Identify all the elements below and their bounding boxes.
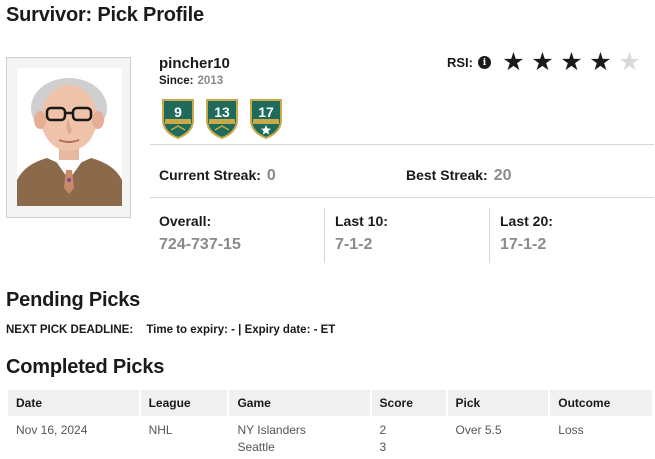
divider bbox=[150, 197, 654, 198]
overall-value: 724-737-15 bbox=[159, 236, 241, 253]
badge-number: 17 bbox=[258, 104, 274, 120]
badge-number: 13 bbox=[214, 104, 230, 120]
best-streak-label: Best Streak: bbox=[406, 167, 488, 183]
column-header-pick[interactable]: Pick bbox=[447, 390, 549, 416]
divider bbox=[150, 144, 654, 145]
cell-pick: Over 5.5 bbox=[455, 423, 502, 437]
current-streak-value: 0 bbox=[266, 167, 276, 184]
best-streak: Best Streak: 20 bbox=[406, 167, 512, 185]
last20-value: 17-1-2 bbox=[500, 236, 547, 253]
divider bbox=[489, 208, 490, 263]
star-icon: ★ bbox=[589, 48, 612, 76]
column-header-outcome[interactable]: Outcome bbox=[550, 390, 652, 416]
rsi-label: RSI: bbox=[447, 55, 473, 70]
column-header-score[interactable]: Score bbox=[371, 390, 446, 416]
achievement-badges: 9 13 17 bbox=[161, 98, 283, 140]
badge-9: 9 bbox=[161, 98, 195, 140]
last10-value: 7-1-2 bbox=[335, 236, 373, 253]
completed-picks-heading: Completed Picks bbox=[6, 356, 165, 378]
badge-17: 17 bbox=[249, 98, 283, 140]
cell-outcome: Loss bbox=[558, 423, 584, 437]
info-icon[interactable]: i bbox=[478, 56, 491, 69]
table-row: Nov 16, 2024 NHL NY Islanders Seattle 2 … bbox=[8, 416, 652, 456]
current-streak: Current Streak: 0 bbox=[159, 167, 276, 185]
last10-label: Last 10: bbox=[335, 213, 388, 229]
next-pick-deadline: NEXT PICK DEADLINE: Time to expiry: - | … bbox=[6, 324, 339, 336]
badge-13: 13 bbox=[205, 98, 239, 140]
last20-label: Last 20: bbox=[500, 213, 553, 229]
cell-score: 2 3 bbox=[372, 416, 446, 456]
current-streak-label: Current Streak: bbox=[159, 167, 261, 183]
completed-picks-table: Date League Game Score Pick Outcome Nov … bbox=[6, 390, 654, 456]
divider bbox=[324, 208, 325, 263]
star-icon: ★ bbox=[560, 48, 583, 76]
expiry-text: Time to expiry: - | Expiry date: - ET bbox=[146, 324, 336, 336]
star-icon: ★ bbox=[502, 48, 525, 76]
score-away: 2 bbox=[379, 423, 387, 437]
username[interactable]: pincher10 bbox=[159, 55, 230, 72]
column-header-date[interactable]: Date bbox=[8, 390, 139, 416]
avatar bbox=[6, 57, 131, 218]
cell-date: Nov 16, 2024 bbox=[16, 423, 88, 437]
member-since: Since: 2013 bbox=[159, 75, 223, 87]
best-streak-value: 20 bbox=[493, 167, 512, 184]
page-title: Survivor: Pick Profile bbox=[6, 4, 204, 26]
avatar-illustration bbox=[17, 68, 122, 206]
star-empty-icon: ★ bbox=[618, 48, 641, 76]
since-label: Since: bbox=[159, 75, 194, 87]
cell-game: NY Islanders Seattle bbox=[229, 416, 369, 456]
overall-label: Overall: bbox=[159, 213, 212, 229]
pending-picks-heading: Pending Picks bbox=[6, 289, 141, 311]
score-home: 3 bbox=[379, 440, 387, 454]
since-value: 2013 bbox=[197, 75, 224, 87]
team-away[interactable]: NY Islanders bbox=[237, 422, 361, 439]
star-icon: ★ bbox=[531, 48, 554, 76]
column-header-game[interactable]: Game bbox=[229, 390, 370, 416]
cell-league: NHL bbox=[148, 423, 173, 437]
rsi-rating: RSI: i ★ ★ ★ ★ ★ bbox=[447, 50, 644, 75]
deadline-label: NEXT PICK DEADLINE: bbox=[6, 324, 134, 336]
column-header-league[interactable]: League bbox=[140, 390, 228, 416]
badge-number: 9 bbox=[174, 104, 182, 120]
team-home[interactable]: Seattle bbox=[237, 439, 361, 456]
table-header-row: Date League Game Score Pick Outcome bbox=[8, 390, 652, 416]
